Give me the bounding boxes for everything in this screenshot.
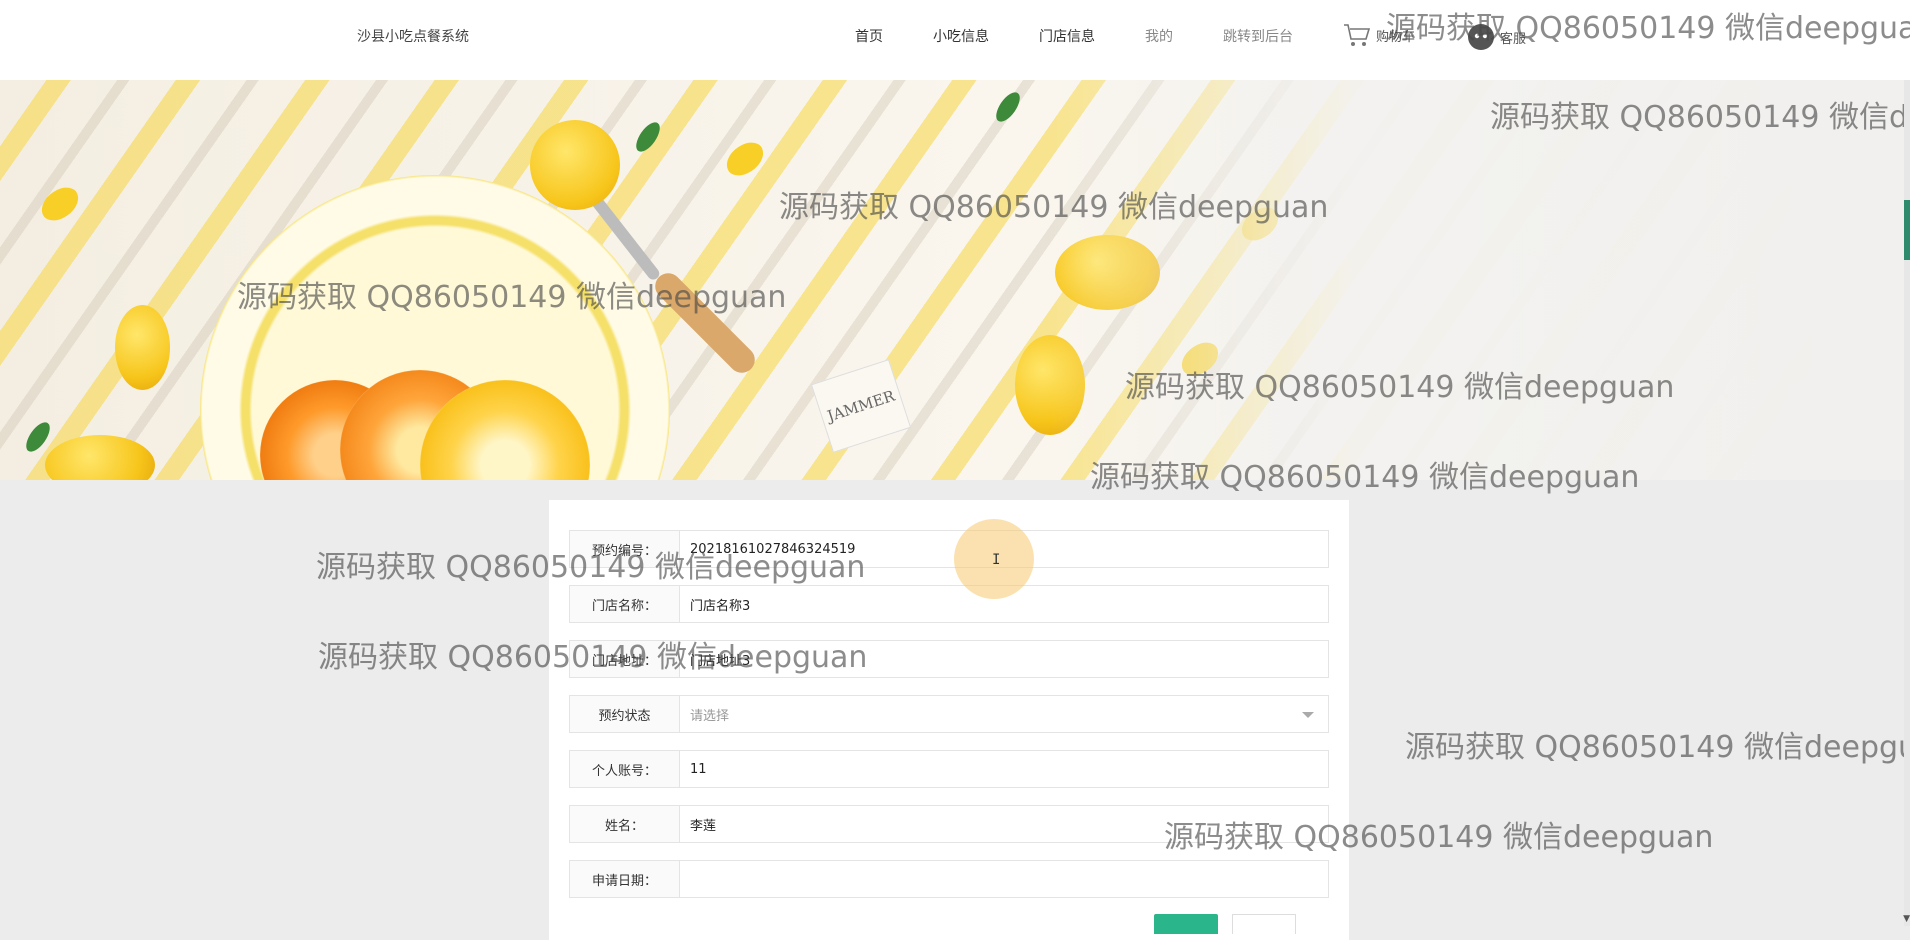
scrollbar-thumb[interactable] — [1904, 200, 1910, 260]
apply-date-input[interactable] — [680, 861, 1328, 897]
booking-status-select[interactable]: 请选择 — [680, 696, 1328, 732]
field-label: 申请日期： — [570, 861, 680, 897]
nav-store-info[interactable]: 门店信息 — [1039, 26, 1095, 46]
site-brand[interactable]: 沙县小吃点餐系统 — [357, 26, 469, 46]
text-cursor-icon: I — [992, 552, 1001, 568]
select-placeholder: 请选择 — [690, 708, 730, 724]
cart-link[interactable]: 购物车 — [1342, 22, 1415, 48]
service-label: 客服 — [1500, 31, 1527, 47]
leaf — [631, 118, 665, 156]
booking-detail-form: 预约编号： 门店名称： 门店地址： 预约状态 请选择 个人账号： 姓名： 申请日… — [549, 500, 1349, 940]
account-input[interactable] — [680, 751, 1328, 787]
lemon — [115, 305, 170, 390]
nav-home[interactable]: 首页 — [855, 26, 883, 46]
field-label: 姓名： — [570, 806, 680, 842]
name-input[interactable] — [680, 806, 1328, 842]
petal — [35, 182, 85, 226]
store-address-input[interactable] — [680, 641, 1328, 677]
field-name: 姓名： — [569, 805, 1329, 843]
field-account: 个人账号： — [569, 750, 1329, 788]
field-store-name: 门店名称： — [569, 585, 1329, 623]
submit-button[interactable] — [1154, 914, 1218, 934]
page-scrollbar[interactable]: ▼ — [1903, 80, 1910, 926]
field-store-address: 门店地址： — [569, 640, 1329, 678]
field-label: 个人账号： — [570, 751, 680, 787]
nav-mine[interactable]: 我的 — [1145, 26, 1173, 46]
cloth-tag: JAMMER — [810, 359, 912, 453]
service-icon — [1468, 24, 1494, 50]
watermark: 源码获取 QQ86050149 微信deepguan — [1405, 730, 1910, 765]
leaf — [991, 88, 1025, 126]
hero-banner: JAMMER — [0, 80, 1910, 480]
field-booking-no: 预约编号： — [569, 530, 1329, 568]
banner-fade — [1050, 80, 1910, 480]
knife-handle — [649, 267, 761, 379]
scroll-down-icon[interactable]: ▼ — [1903, 914, 1910, 924]
service-link[interactable]: 客服 — [1466, 22, 1526, 52]
cart-icon — [1344, 24, 1371, 46]
petal — [720, 137, 770, 181]
top-header: 沙县小吃点餐系统 首页 小吃信息 门店信息 我的 跳转到后台 购物车 客服 — [0, 0, 1910, 80]
field-booking-status: 预约状态 请选择 — [569, 695, 1329, 733]
nav-go-admin[interactable]: 跳转到后台 — [1223, 26, 1293, 46]
field-label: 预约状态 — [570, 696, 680, 732]
field-label: 门店名称： — [570, 586, 680, 622]
field-label: 预约编号： — [570, 531, 680, 567]
yellow-flower — [530, 120, 620, 210]
cart-label: 购物车 — [1376, 29, 1416, 45]
lemon — [45, 435, 155, 480]
leaf — [21, 418, 55, 456]
cancel-button[interactable] — [1232, 914, 1296, 934]
field-apply-date: 申请日期： — [569, 860, 1329, 898]
field-label: 门店地址： — [570, 641, 680, 677]
chevron-down-icon — [1302, 712, 1314, 718]
nav-snack-info[interactable]: 小吃信息 — [933, 26, 989, 46]
